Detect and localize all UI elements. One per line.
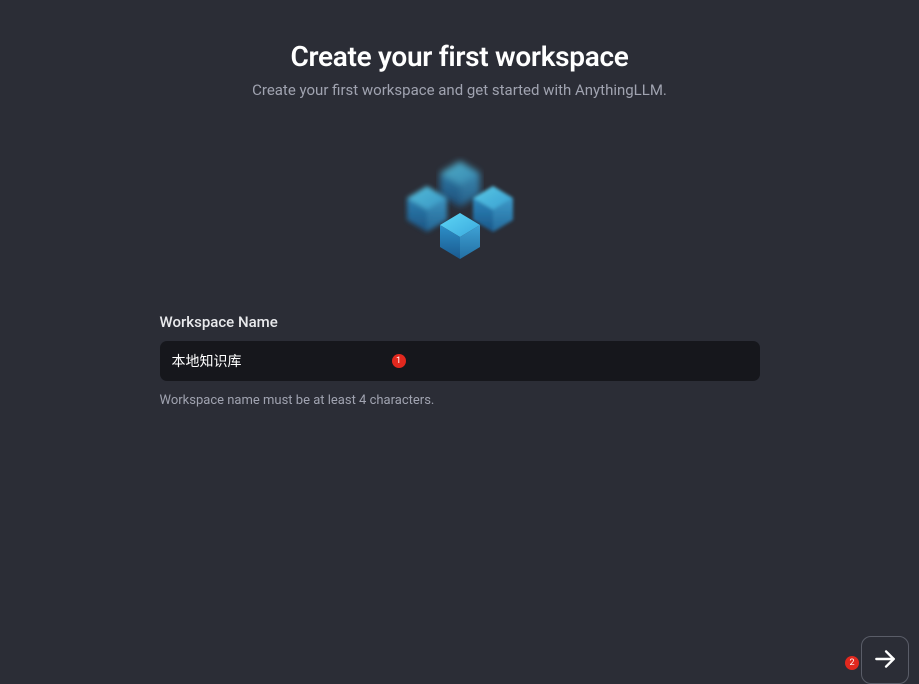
annotation-badge-2: 2 bbox=[845, 656, 859, 670]
arrow-right-icon bbox=[872, 646, 898, 675]
workspace-name-input[interactable] bbox=[160, 341, 760, 381]
cubes-illustration bbox=[385, 149, 535, 283]
page-title: Create your first workspace bbox=[290, 40, 628, 73]
workspace-name-label: Workspace Name bbox=[160, 313, 760, 331]
next-button[interactable] bbox=[861, 636, 909, 684]
workspace-name-helper: Workspace name must be at least 4 charac… bbox=[160, 393, 760, 408]
annotation-badge-1: 1 bbox=[392, 354, 406, 368]
page-subtitle: Create your first workspace and get star… bbox=[252, 81, 667, 99]
